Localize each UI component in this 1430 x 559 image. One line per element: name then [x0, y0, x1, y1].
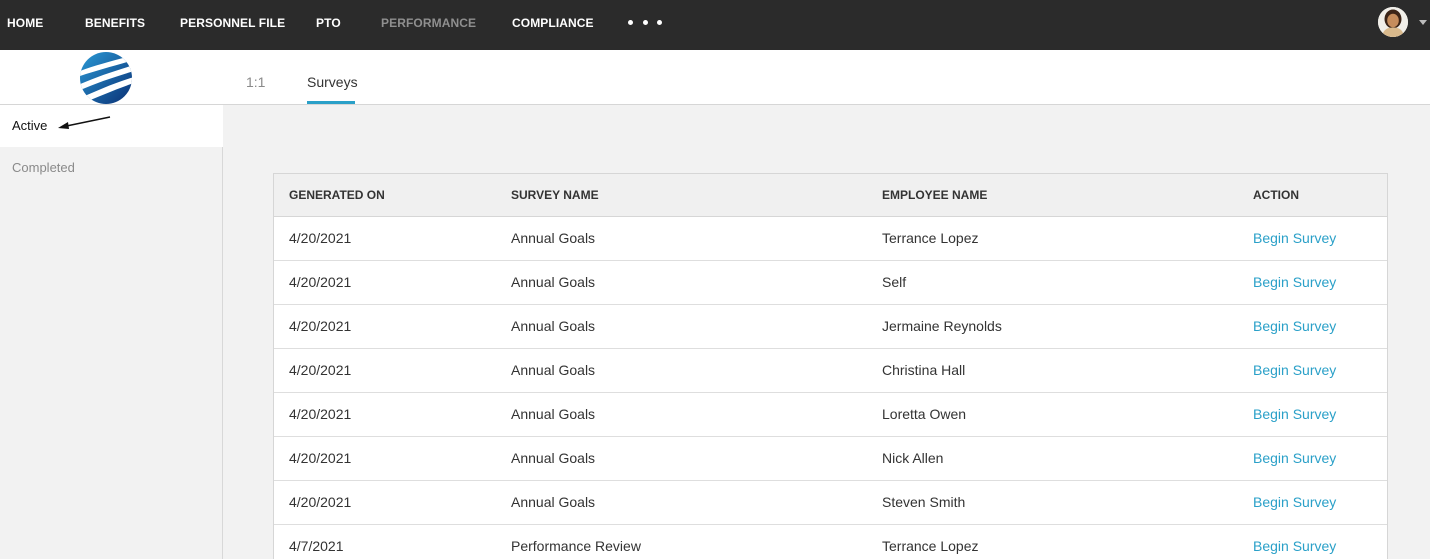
cell-employee-name: Nick Allen	[882, 450, 944, 466]
top-nav-bar: HOME BENEFITS PERSONNEL FILE PTO PERFORM…	[0, 0, 1430, 50]
table-row: 4/20/2021 Annual Goals Self Begin Survey	[274, 261, 1387, 305]
surveys-table: GENERATED ON SURVEY NAME EMPLOYEE NAME A…	[273, 173, 1388, 559]
cell-generated-on: 4/20/2021	[289, 318, 352, 334]
begin-survey-link[interactable]: Begin Survey	[1253, 305, 1336, 348]
cell-generated-on: 4/7/2021	[289, 538, 344, 554]
cell-survey-name: Annual Goals	[511, 406, 596, 422]
cell-survey-name: Annual Goals	[511, 450, 596, 466]
cell-generated-on: 4/20/2021	[289, 450, 352, 466]
table-row: 4/20/2021 Annual Goals Steven Smith Begi…	[274, 481, 1387, 525]
table-row: 4/7/2021 Performance Review Terrance Lop…	[274, 525, 1387, 559]
table-row: 4/20/2021 Annual Goals Jermaine Reynolds…	[274, 305, 1387, 349]
cell-survey-name: Annual Goals	[511, 274, 596, 290]
cell-generated-on: 4/20/2021	[289, 494, 352, 510]
sub-header: 1:1 Surveys	[0, 50, 1430, 105]
tab-one-on-one[interactable]: 1:1	[246, 74, 265, 90]
nav-personnel-file[interactable]: PERSONNEL FILE	[180, 0, 285, 46]
header-employee-name: EMPLOYEE NAME	[882, 188, 988, 202]
cell-employee-name: Jermaine Reynolds	[882, 318, 1002, 334]
cell-generated-on: 4/20/2021	[289, 274, 352, 290]
begin-survey-link[interactable]: Begin Survey	[1253, 437, 1336, 480]
cell-employee-name: Terrance Lopez	[882, 230, 979, 246]
cell-survey-name: Annual Goals	[511, 230, 596, 246]
nav-pto[interactable]: PTO	[316, 0, 341, 46]
table-row: 4/20/2021 Annual Goals Christina Hall Be…	[274, 349, 1387, 393]
cell-survey-name: Performance Review	[511, 538, 641, 554]
user-avatar-icon[interactable]	[1378, 7, 1408, 37]
header-generated-on: GENERATED ON	[289, 188, 385, 202]
begin-survey-link[interactable]: Begin Survey	[1253, 217, 1336, 260]
cell-survey-name: Annual Goals	[511, 318, 596, 334]
cell-generated-on: 4/20/2021	[289, 406, 352, 422]
table-row: 4/20/2021 Annual Goals Nick Allen Begin …	[274, 437, 1387, 481]
table-row: 4/20/2021 Annual Goals Loretta Owen Begi…	[274, 393, 1387, 437]
begin-survey-link[interactable]: Begin Survey	[1253, 525, 1336, 559]
cell-employee-name: Christina Hall	[882, 362, 966, 378]
begin-survey-link[interactable]: Begin Survey	[1253, 481, 1336, 524]
nav-home[interactable]: HOME	[7, 0, 43, 46]
begin-survey-link[interactable]: Begin Survey	[1253, 393, 1336, 436]
sidebar-item-completed[interactable]: Completed	[0, 147, 223, 189]
nav-benefits[interactable]: BENEFITS	[85, 0, 145, 46]
table-row: 4/20/2021 Annual Goals Terrance Lopez Be…	[274, 217, 1387, 261]
begin-survey-link[interactable]: Begin Survey	[1253, 349, 1336, 392]
tab-surveys[interactable]: Surveys	[307, 74, 358, 90]
cell-employee-name: Steven Smith	[882, 494, 966, 510]
cell-employee-name: Terrance Lopez	[882, 538, 979, 554]
cell-generated-on: 4/20/2021	[289, 362, 352, 378]
cell-generated-on: 4/20/2021	[289, 230, 352, 246]
active-tab-indicator	[307, 101, 355, 104]
nav-compliance[interactable]: COMPLIANCE	[512, 0, 594, 46]
cell-employee-name: Loretta Owen	[882, 406, 967, 422]
sidebar: Active Completed	[0, 105, 223, 559]
cell-survey-name: Annual Goals	[511, 362, 596, 378]
annotation-arrow-icon	[58, 116, 111, 129]
header-survey-name: SURVEY NAME	[511, 188, 599, 202]
cell-employee-name: Self	[882, 274, 907, 290]
more-dots-icon[interactable]	[628, 20, 662, 28]
header-action: ACTION	[1253, 188, 1299, 202]
table-header: GENERATED ON SURVEY NAME EMPLOYEE NAME A…	[274, 174, 1387, 217]
company-logo	[78, 51, 134, 105]
begin-survey-link[interactable]: Begin Survey	[1253, 261, 1336, 304]
chevron-down-icon[interactable]	[1419, 20, 1427, 25]
cell-survey-name: Annual Goals	[511, 494, 596, 510]
nav-performance[interactable]: PERFORMANCE	[381, 0, 476, 46]
